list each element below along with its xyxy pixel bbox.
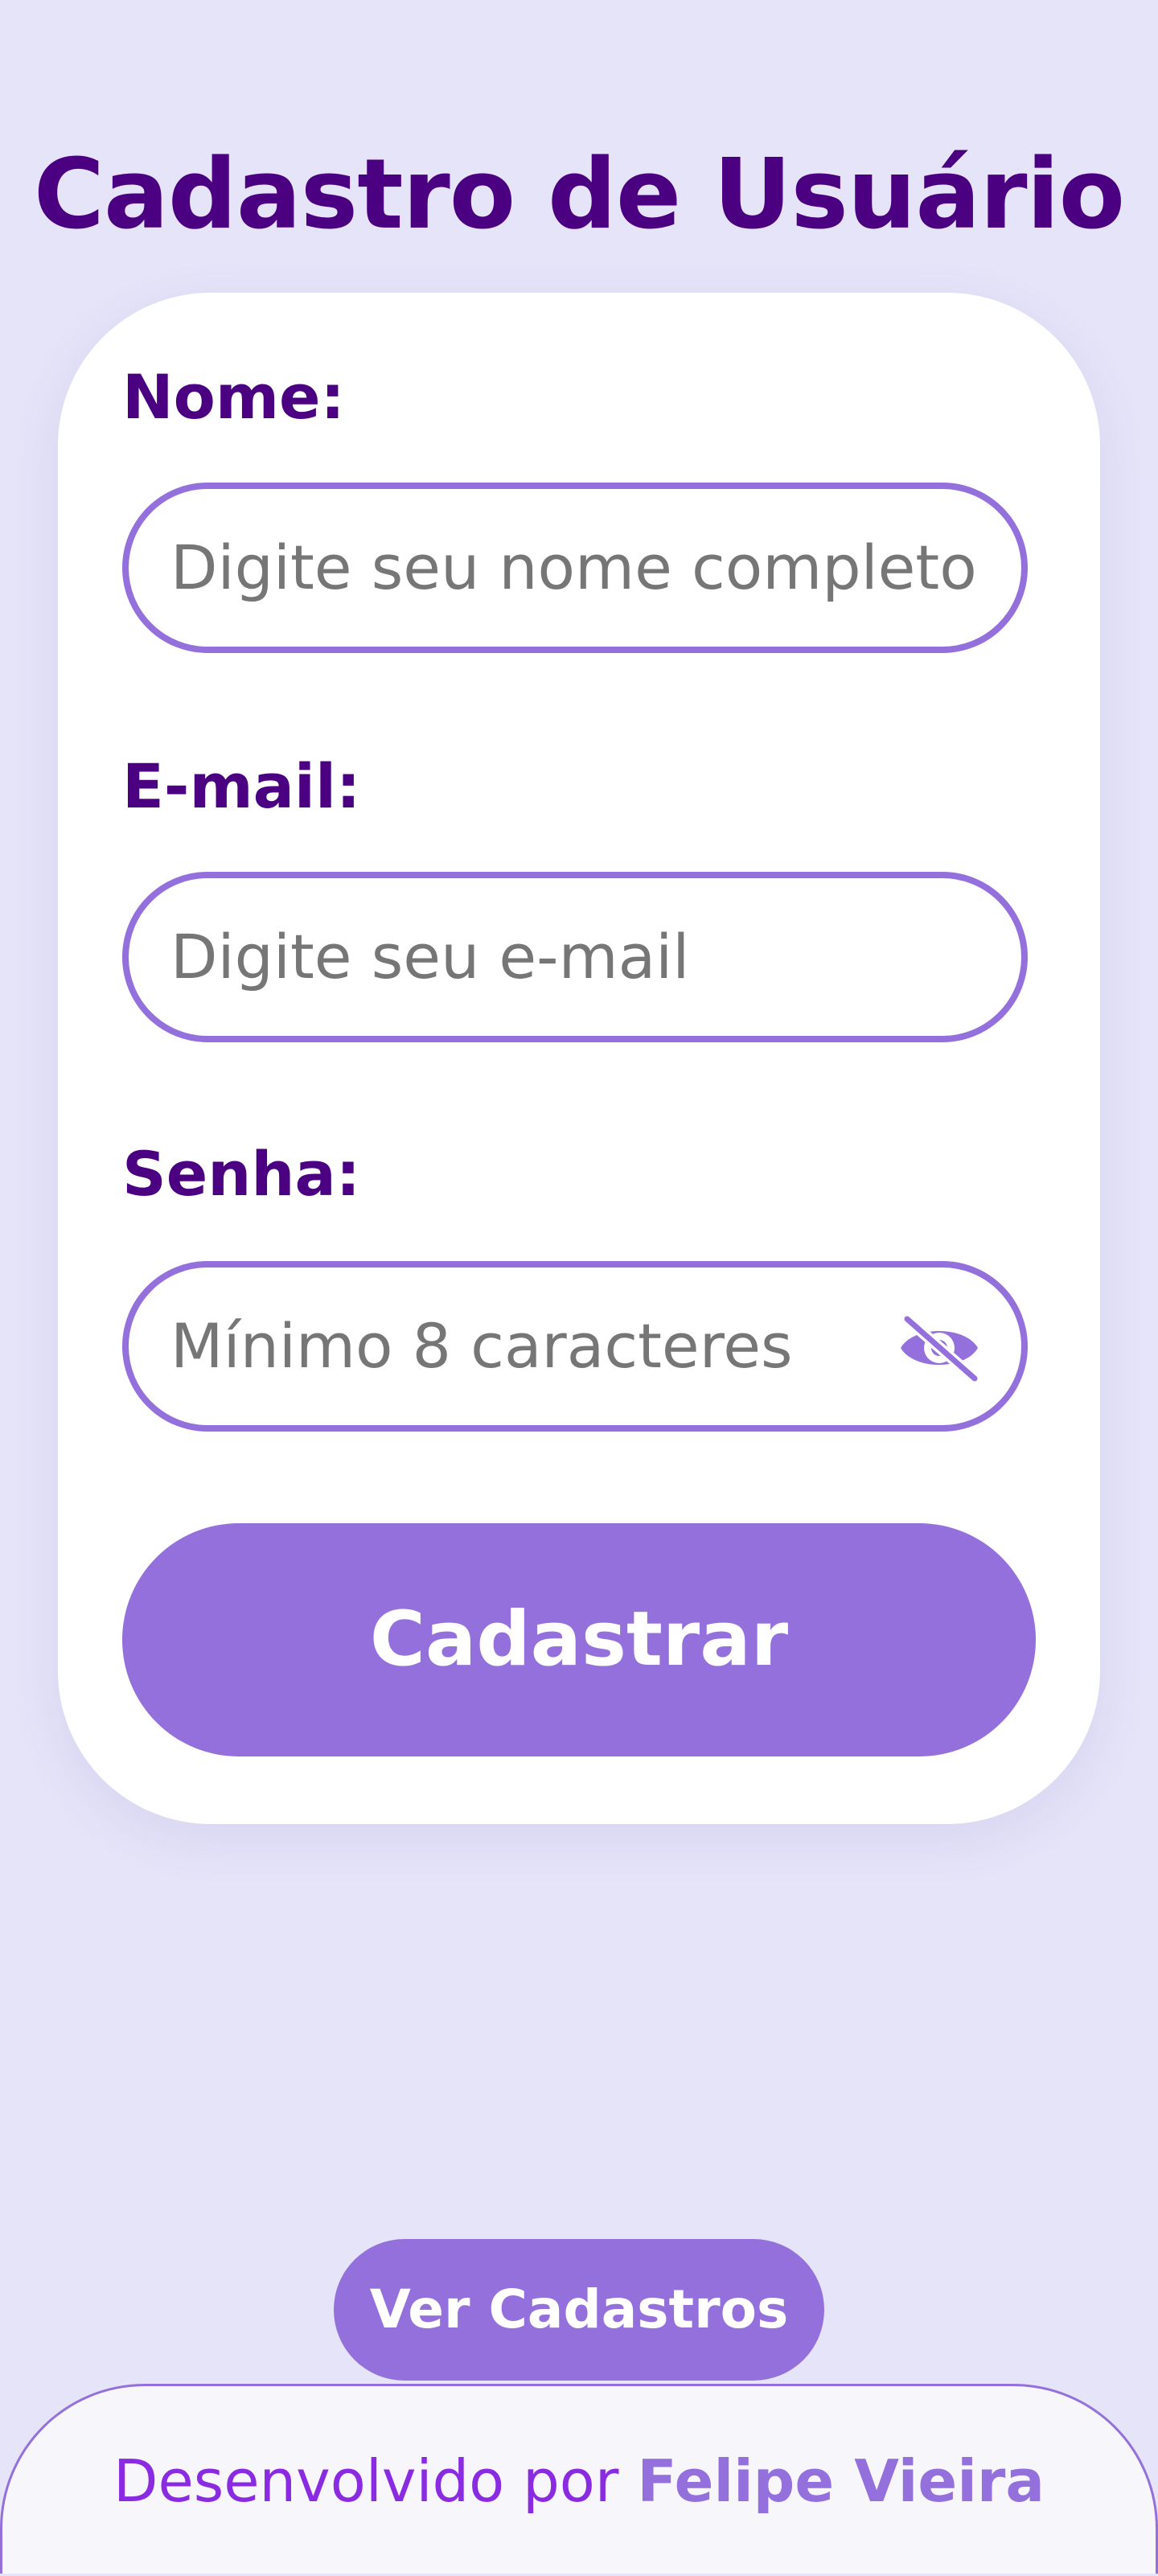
footer-author: Felipe Vieira bbox=[637, 2447, 1045, 2515]
page-title: Cadastro de Usuário bbox=[33, 139, 1125, 252]
registration-form-card: Nome: Digite seu nome completo E-mail: D… bbox=[58, 293, 1100, 1824]
password-input-placeholder: Mínimo 8 caracteres bbox=[170, 1310, 793, 1382]
name-input[interactable]: Digite seu nome completo bbox=[122, 483, 1028, 653]
name-input-placeholder: Digite seu nome completo bbox=[170, 532, 977, 603]
password-label: Senha: bbox=[122, 1138, 361, 1210]
footer-prefix: Desenvolvido por bbox=[113, 2447, 619, 2515]
email-input-placeholder: Digite seu e-mail bbox=[170, 921, 690, 992]
name-label: Nome: bbox=[122, 361, 345, 433]
password-input[interactable]: Mínimo 8 caracteres bbox=[122, 1261, 1028, 1432]
view-registrations-button[interactable]: Ver Cadastros bbox=[334, 2239, 824, 2381]
email-label: E-mail: bbox=[122, 750, 361, 822]
eye-slash-icon[interactable] bbox=[897, 1314, 981, 1382]
submit-button[interactable]: Cadastrar bbox=[122, 1523, 1036, 1756]
email-input[interactable]: Digite seu e-mail bbox=[122, 872, 1028, 1042]
footer: Desenvolvido por Felipe Vieira bbox=[0, 2384, 1158, 2574]
